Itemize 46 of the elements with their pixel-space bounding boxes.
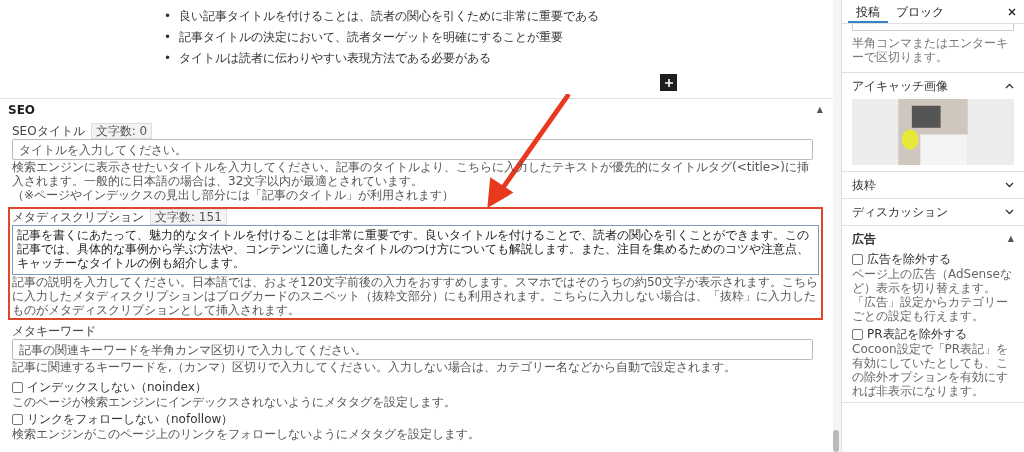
checkbox[interactable] — [12, 414, 23, 425]
help-text: Cocoon設定で「PR表記」を有効にしていたとしても、この除外オプションを有効にすれば非表示になります。 — [852, 342, 1010, 398]
help-text: 記事に関連するキーワードを,（カンマ）区切りで入力してください。入力しない場合は、カテゴリー名などから自動で設定されます。 — [12, 360, 737, 374]
input-field[interactable]: タイトルを入力してください。 — [12, 139, 813, 160]
checkbox[interactable] — [852, 329, 863, 340]
bullet-marker: • — [164, 50, 172, 67]
field-label: SEOタイトル — [12, 123, 85, 139]
help-text: 記事の説明を入力してください。日本語では、およそ120文字前後の入力をおすすめします。スマホではそのうちの約50文字が表示されます。こちらに入力したメタディスクリプションはブログカードのスニペット（抜粋文部分）にも利用されます。こちらに入力しない場合は、「抜粋」に入力したものがメタディスクリプションとして挿入されます。 — [12, 275, 819, 317]
checkbox-label[interactable]: PR表記を除外する — [852, 327, 1014, 342]
plus-icon — [663, 77, 674, 88]
collapse-icon: ▲ — [1007, 234, 1014, 244]
description-field[interactable]: 記事を書くにあたって、魅力的なタイトルを付けることは非常に重要です。良いタイトルを付けることで、読者の関心を引くことができます。この記事では、具体的な事例から学ぶ方法や、コンテンツに適したタイトルのつけ方についても解説します。また、注目を集めるためのコツや注意点、キャッチーなタイトルの例も紹介します。 — [12, 225, 819, 275]
input-field[interactable]: 記事の関連キーワードを半角カンマ区切りで入力してください。 — [12, 339, 813, 360]
scrollbar[interactable] — [833, 430, 839, 452]
bullet-marker: • — [164, 8, 172, 25]
checkbox-label[interactable]: インデックスしない（noindex） — [12, 380, 819, 395]
checkbox[interactable] — [852, 254, 863, 265]
field-label: メタディスクリプション — [12, 209, 144, 225]
chevron-icon — [1005, 182, 1014, 188]
character-count: 文字数: 0 — [90, 123, 153, 139]
section-title: SEO — [8, 103, 36, 117]
add-block-button[interactable] — [660, 74, 677, 91]
tab[interactable]: ブロック — [888, 0, 952, 23]
bullet-marker: • — [164, 29, 172, 46]
help-text: ページ上の広告（AdSenseなど）表示を切り替えます。「広告」設定からカテゴリーごとの設定も行えます。 — [852, 267, 1013, 323]
checkbox-label[interactable]: リンクをフォローしない（nofollow） — [12, 412, 819, 427]
tag-field[interactable] — [852, 24, 1014, 31]
bullet-text: 記事タイトルの決定において、読者ターゲットを明確にすることが重要 — [179, 29, 564, 46]
panel-header[interactable]: 抜粋 — [852, 172, 1014, 198]
checkbox-label[interactable]: 広告を除外する — [852, 252, 1014, 267]
help-text: （※ページやインデックスの見出し部分には「記事のタイトル」が利用されます） — [12, 188, 456, 202]
panel-header[interactable]: アイキャッチ画像 — [852, 73, 1014, 99]
collapse-icon[interactable]: ▲ — [816, 105, 823, 115]
chevron-icon — [1005, 83, 1014, 89]
panel-header[interactable]: ディスカッション — [852, 199, 1014, 225]
field-label: メタキーワード — [12, 324, 96, 339]
tab[interactable]: 投稿 — [848, 0, 888, 23]
help-text: このページが検索エンジンにインデックスされないようにメタタグを設定します。 — [12, 395, 457, 409]
bullet-text: タイトルは読者に伝わりやすい表現方法である必要がある — [179, 50, 492, 67]
chevron-icon — [1005, 209, 1014, 215]
checkbox[interactable] — [12, 382, 23, 393]
bullet-text: 良い記事タイトルを付けることは、読者の関心を引くために非常に重要である — [179, 8, 600, 25]
help-text: 検索エンジンがこのページ上のリンクをフォローしないようにメタタグを設定します。 — [12, 427, 481, 441]
help-text: 半角コンマまたはエンターキーで区切ります。 — [852, 36, 1009, 64]
panel-header[interactable]: 広告 ▲ — [852, 226, 1014, 252]
character-count: 文字数: 151 — [150, 209, 227, 225]
